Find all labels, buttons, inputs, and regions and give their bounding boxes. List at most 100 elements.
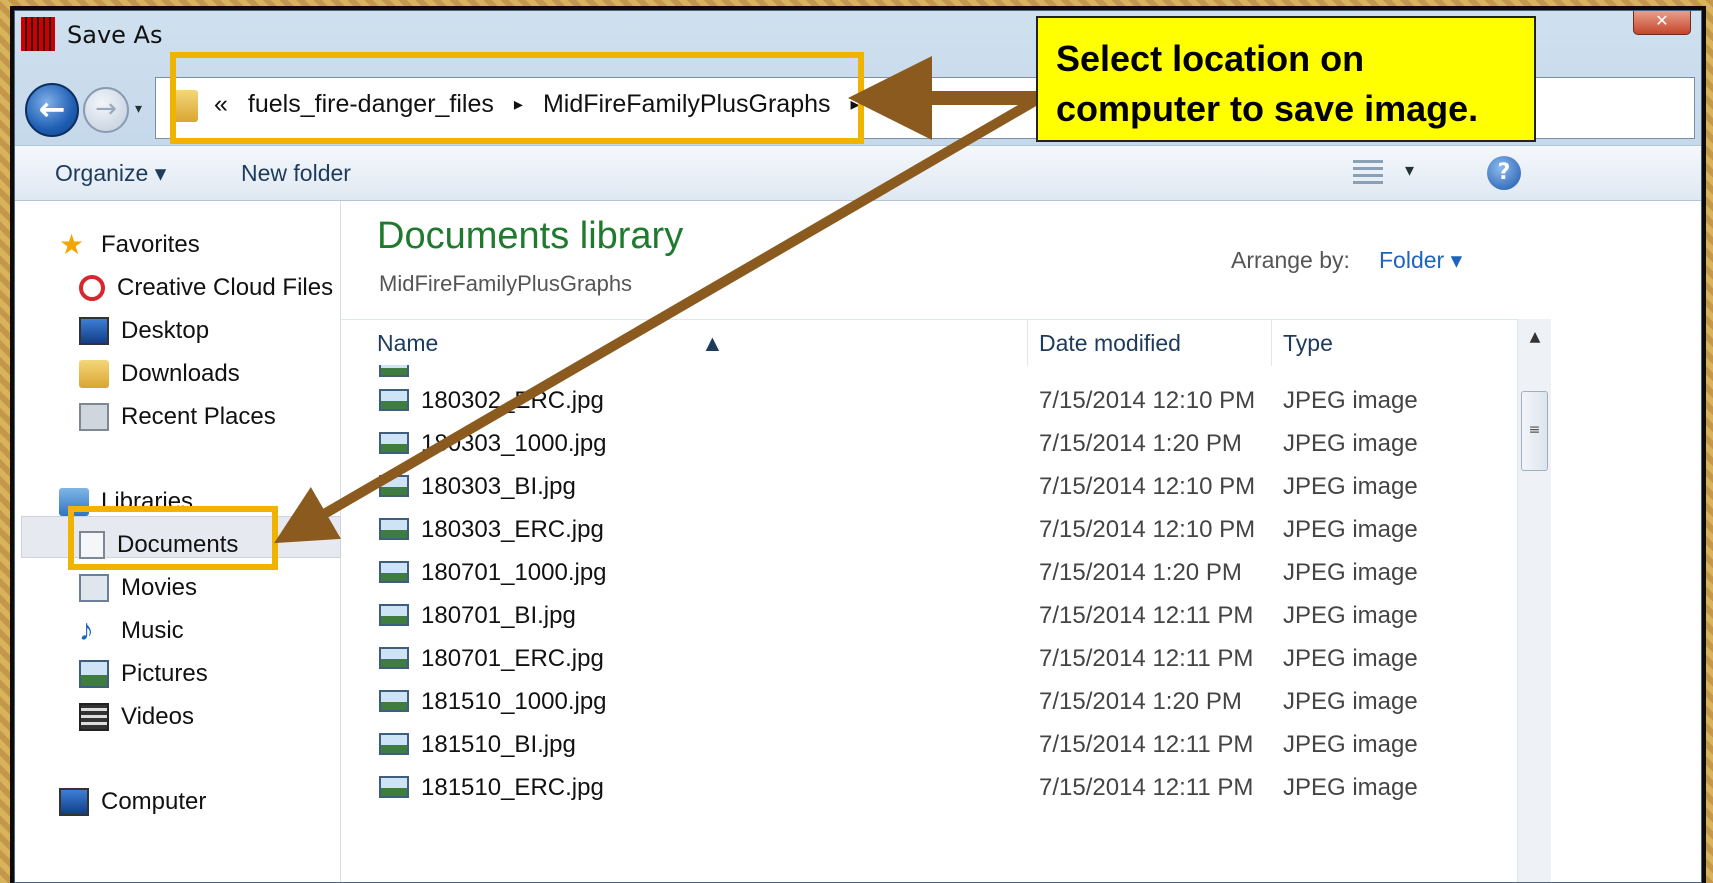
file-row[interactable]: 180303_ERC.jpg 7/15/2014 12:10 PM JPEG i… [341, 508, 1517, 551]
file-list: 180302_ERC.jpg 7/15/2014 12:10 PM JPEG i… [341, 365, 1517, 882]
file-list-pane: Documents library MidFireFamilyPlusGraph… [341, 201, 1701, 882]
desktop-icon [79, 317, 109, 345]
back-arrow-icon[interactable]: ← [25, 83, 79, 137]
file-name: 180303_ERC.jpg [421, 516, 604, 543]
organize-button[interactable]: Organize ▾ [55, 160, 166, 187]
arrange-by-dropdown[interactable]: Folder ▾ [1379, 247, 1462, 274]
star-icon: ★ [59, 229, 85, 260]
file-row[interactable]: 180701_1000.jpg 7/15/2014 1:20 PM JPEG i… [341, 551, 1517, 594]
window-title: Save As [67, 21, 163, 49]
vertical-scrollbar[interactable]: ▲ ≡ [1517, 319, 1552, 882]
file-type: JPEG image [1283, 688, 1418, 715]
file-row[interactable]: 181510_BI.jpg 7/15/2014 12:11 PM JPEG im… [341, 723, 1517, 766]
sidebar-item-desktop[interactable]: Desktop [79, 311, 209, 351]
image-file-icon [379, 389, 409, 411]
image-file-icon [379, 647, 409, 669]
view-options-icon[interactable] [1353, 160, 1383, 184]
library-title: Documents library [377, 215, 684, 257]
file-row[interactable]: 180302_ERC.jpg 7/15/2014 12:10 PM JPEG i… [341, 379, 1517, 422]
file-name: 181510_1000.jpg [421, 688, 607, 715]
sidebar-item-downloads[interactable]: Downloads [79, 354, 240, 394]
movies-icon [79, 574, 109, 602]
app-icon [21, 17, 55, 51]
file-name: 181510_BI.jpg [421, 731, 576, 758]
creative-cloud-icon [79, 275, 105, 301]
file-date: 7/15/2014 1:20 PM [1039, 430, 1242, 457]
image-file-icon [379, 518, 409, 540]
file-type: JPEG image [1283, 516, 1418, 543]
file-row[interactable]: 181510_ERC.jpg 7/15/2014 12:11 PM JPEG i… [341, 766, 1517, 809]
file-row[interactable]: 180303_BI.jpg 7/15/2014 12:10 PM JPEG im… [341, 465, 1517, 508]
file-type: JPEG image [1283, 559, 1418, 586]
file-name: 180302_ERC.jpg [421, 387, 604, 414]
file-row[interactable]: 180303_1000.jpg 7/15/2014 1:20 PM JPEG i… [341, 422, 1517, 465]
sidebar-item-creative-cloud-files[interactable]: Creative Cloud Files [79, 268, 333, 308]
documents-highlight [68, 506, 278, 570]
sidebar-item-favorites[interactable]: ★ Favorites [59, 225, 200, 265]
partial-row [341, 365, 1517, 379]
videos-icon [79, 703, 109, 731]
view-dropdown-icon[interactable]: ▾ [1405, 160, 1414, 181]
image-file-icon [379, 475, 409, 497]
help-icon[interactable]: ? [1487, 156, 1521, 190]
image-file-icon [379, 561, 409, 583]
image-file-icon [379, 690, 409, 712]
library-subtitle: MidFireFamilyPlusGraphs [379, 271, 633, 296]
scroll-thumb[interactable]: ≡ [1521, 391, 1548, 471]
sidebar-label: Movies [121, 574, 198, 601]
file-name: 180701_BI.jpg [421, 602, 576, 629]
sidebar-label: Creative Cloud Files [117, 274, 334, 301]
sidebar-item-videos[interactable]: Videos [79, 697, 194, 737]
file-name: 180701_1000.jpg [421, 559, 607, 586]
close-button[interactable]: ✕ [1633, 11, 1691, 35]
column-divider[interactable] [1271, 320, 1272, 366]
file-row[interactable]: 180701_BI.jpg 7/15/2014 12:11 PM JPEG im… [341, 594, 1517, 637]
image-file-icon [379, 604, 409, 626]
file-date: 7/15/2014 12:11 PM [1039, 645, 1254, 672]
file-date: 7/15/2014 12:11 PM [1039, 731, 1254, 758]
arrange-by-label: Arrange by: [1231, 247, 1350, 273]
downloads-icon [79, 360, 109, 388]
column-header-name[interactable]: Name [377, 330, 438, 357]
sidebar-label: Computer [101, 788, 207, 815]
file-date: 7/15/2014 12:11 PM [1039, 774, 1254, 801]
file-type: JPEG image [1283, 645, 1418, 672]
sidebar-item-pictures[interactable]: Pictures [79, 654, 208, 694]
file-date: 7/15/2014 12:10 PM [1039, 516, 1256, 543]
image-file-icon [379, 733, 409, 755]
file-type: JPEG image [1283, 774, 1418, 801]
file-date: 7/15/2014 12:10 PM [1039, 473, 1256, 500]
sidebar-item-computer[interactable]: Computer [59, 782, 206, 822]
instruction-callout: Select location on computer to save imag… [1036, 16, 1536, 142]
history-dropdown-icon[interactable]: ▾ [135, 101, 142, 117]
command-toolbar: Organize ▾ New folder ▾ ? [15, 145, 1701, 201]
sidebar-label: Pictures [121, 660, 208, 687]
scroll-up-icon[interactable]: ▲ [1518, 319, 1552, 355]
column-headers: ▲ Name Date modified Type [341, 319, 1517, 366]
file-name: 180701_ERC.jpg [421, 645, 604, 672]
sidebar-item-recent-places[interactable]: Recent Places [79, 397, 276, 437]
column-header-date[interactable]: Date modified [1039, 330, 1181, 357]
file-type: JPEG image [1283, 430, 1418, 457]
sidebar-item-movies[interactable]: Movies [79, 568, 197, 608]
image-file-icon [379, 776, 409, 798]
computer-icon [59, 788, 89, 816]
file-row[interactable]: 180701_ERC.jpg 7/15/2014 12:11 PM JPEG i… [341, 637, 1517, 680]
file-type: JPEG image [1283, 473, 1418, 500]
sidebar-label: Recent Places [121, 403, 276, 430]
column-divider[interactable] [1027, 320, 1028, 366]
sidebar-item-music[interactable]: ♪ Music [79, 611, 184, 651]
sidebar-label: Music [121, 617, 184, 644]
pictures-icon [79, 660, 109, 688]
file-type: JPEG image [1283, 602, 1418, 629]
file-date: 7/15/2014 12:11 PM [1039, 602, 1254, 629]
recent-places-icon [79, 403, 109, 431]
new-folder-button[interactable]: New folder [241, 160, 351, 187]
file-row[interactable]: 181510_1000.jpg 7/15/2014 1:20 PM JPEG i… [341, 680, 1517, 723]
sidebar-label: Videos [121, 703, 194, 730]
file-date: 7/15/2014 1:20 PM [1039, 688, 1242, 715]
sort-ascending-icon: ▲ [701, 330, 724, 356]
file-type: JPEG image [1283, 387, 1418, 414]
forward-arrow-icon[interactable]: → [83, 87, 129, 133]
column-header-type[interactable]: Type [1283, 330, 1333, 357]
